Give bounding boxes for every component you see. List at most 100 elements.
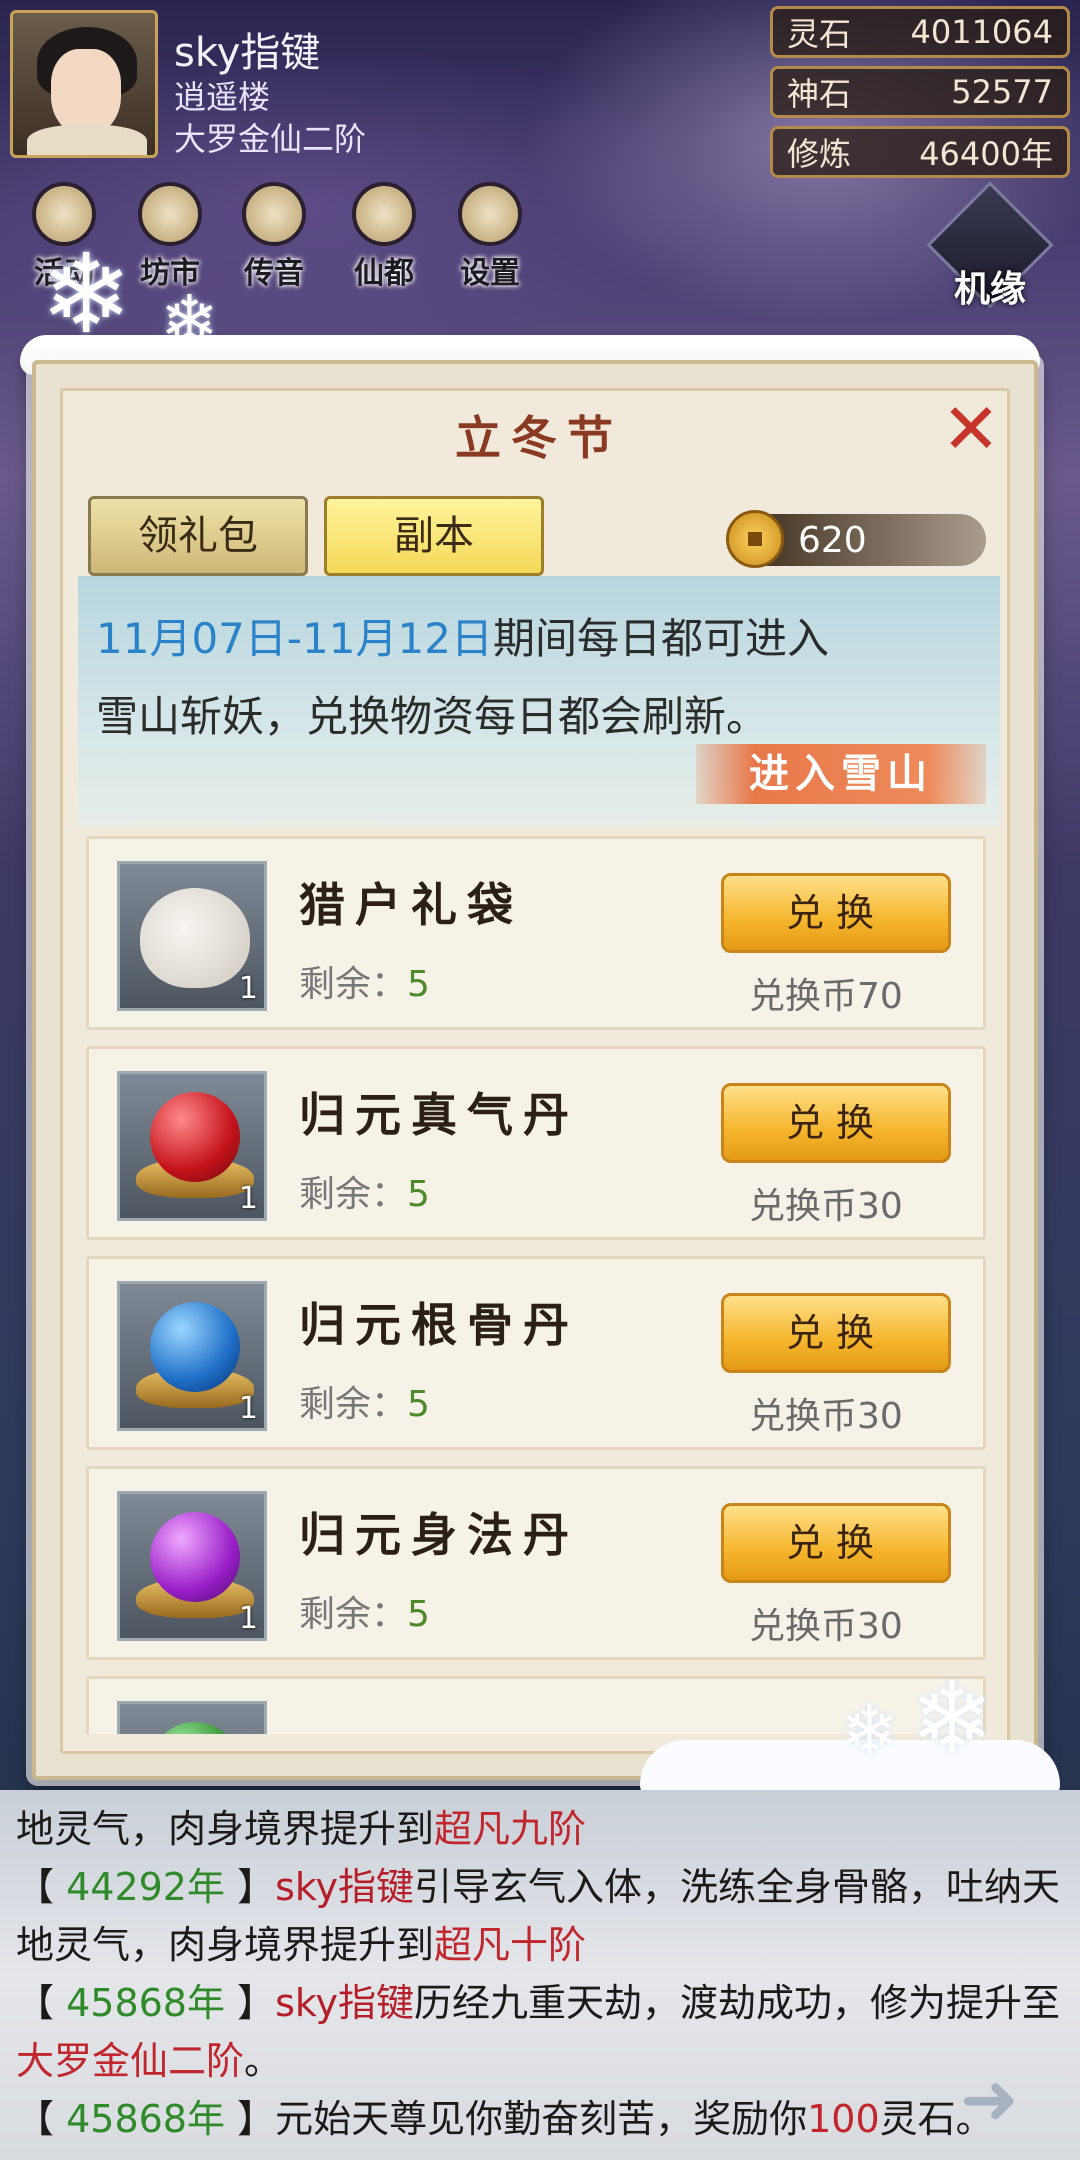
player-rank: 大罗金仙二阶 [174, 120, 367, 158]
log-year: 45868年 [66, 1981, 225, 2025]
avatar-robe [27, 125, 147, 155]
exchange-cost: 兑换币30 [749, 1186, 903, 1227]
item-frame[interactable]: 1 [117, 1281, 267, 1431]
player-avatar[interactable] [10, 10, 158, 158]
resource-value: 4011064 [910, 13, 1053, 51]
remain-count: 5 [407, 1384, 430, 1425]
avatar-face [51, 49, 121, 135]
item-frame[interactable]: 1 [117, 1491, 267, 1641]
item-frame[interactable]: 1 [117, 1071, 267, 1221]
green-pill-icon [150, 1722, 240, 1734]
list-item: 1 归元身法丹 剩余：5 兑换 兑换币30 [86, 1466, 986, 1660]
remain-count: 5 [407, 1594, 430, 1635]
log-text: 地灵气，肉身境界提升到 [16, 1807, 435, 1851]
red-pill-icon [150, 1092, 240, 1182]
exchange-button[interactable]: 兑换 [721, 1293, 951, 1373]
jiyuan-button[interactable]: 机缘 [926, 181, 1054, 330]
enter-snow-mountain-button[interactable]: 进入雪山 [696, 744, 986, 804]
gift-bag-icon [140, 888, 250, 988]
remain-label: 剩余： [299, 1384, 408, 1425]
menu-mail[interactable]: 传音 [224, 182, 324, 292]
log-text: 。 [244, 2039, 283, 2083]
exchange-button[interactable]: 兑换 [721, 1503, 951, 1583]
tab-dungeon[interactable]: 副本 [324, 496, 544, 576]
event-log[interactable]: 地灵气，肉身境界提升到超凡九阶 【 44292年 】sky指键引导玄气入体，洗练… [16, 1800, 1066, 2148]
log-text: 元始天尊见你勤奋刻苦，奖励你 [275, 2097, 808, 2141]
log-highlight: 100 [807, 2097, 880, 2141]
menu-settings[interactable]: 设置 [440, 182, 540, 292]
item-remaining: 剩余：5 [299, 955, 430, 1007]
arrow-right-icon[interactable]: ➜ [960, 2064, 1060, 2134]
menu-label: 仙都 [354, 256, 414, 291]
log-text: 引导玄气入体，洗练全身骨骼，吐纳天 [414, 1865, 1061, 1909]
log-text: 历经九重天劫，渡劫成功，修为提升至 [414, 1981, 1061, 2025]
menu-city[interactable]: 仙都 [334, 182, 434, 292]
remain-label: 剩余： [299, 964, 408, 1005]
mail-icon [242, 182, 306, 246]
resource-label: 灵石 [787, 15, 852, 53]
banner-text-line2: 雪山斩妖，兑换物资每日都会刷新。 [96, 692, 769, 741]
remain-label: 剩余： [299, 1174, 408, 1215]
tab-gift-pack[interactable]: 领礼包 [88, 496, 308, 576]
festival-dialog: 立冬节 ✕ 领礼包 副本 620 11月07日-11月12日期间每日都可进入 雪… [32, 360, 1038, 1780]
event-date-range: 11月07日-11月12日 [96, 614, 493, 663]
exchange-cost: 兑换币70 [749, 976, 903, 1017]
snowflake-icon: ❄ [910, 1660, 994, 1777]
exchange-list[interactable]: 1 猎户礼袋 剩余：5 兑换 兑换币70 1 归元真气丹 剩余：5 兑换 兑换币… [78, 836, 1000, 1734]
log-player-name: sky指键 [275, 1865, 415, 1909]
log-line: 地灵气，肉身境界提升到超凡十阶 [16, 1916, 1066, 1974]
list-item: 1 猎户礼袋 剩余：5 兑换 兑换币70 [86, 836, 986, 1030]
log-line: 地灵气，肉身境界提升到超凡九阶 [16, 1800, 1066, 1858]
item-name: 归元身法丹 [299, 1508, 579, 1562]
list-item: 1 归元真气丹 剩余：5 兑换 兑换币30 [86, 1046, 986, 1240]
remain-count: 5 [407, 1174, 430, 1215]
item-frame[interactable] [117, 1701, 267, 1734]
resource-lingshi: 灵石 4011064 [770, 6, 1070, 58]
resource-value: 46400年 [919, 135, 1053, 173]
menu-label: 设置 [460, 256, 520, 291]
item-quantity: 1 [238, 971, 258, 1006]
log-highlight: 超凡九阶 [434, 1807, 587, 1851]
player-name: sky指键 [174, 30, 321, 76]
item-quantity: 1 [238, 1181, 258, 1216]
log-highlight: 大罗金仙二阶 [16, 2039, 245, 2083]
log-line: 【 44292年 】sky指键引导玄气入体，洗练全身骨骼，吐纳天 [16, 1865, 1061, 1909]
item-remaining: 剩余：5 [299, 1165, 430, 1217]
jiyuan-label: 机缘 [953, 269, 1026, 310]
log-line: 大罗金仙二阶。 [16, 2032, 1066, 2090]
coin-icon [726, 510, 784, 568]
log-highlight: 超凡十阶 [434, 1923, 587, 1967]
item-remaining: 剩余：5 [299, 1375, 430, 1427]
player-sect: 逍遥楼 [174, 78, 271, 116]
banner-text-line1: 期间每日都可进入 [492, 614, 829, 663]
item-name: 归元真气丹 [299, 1088, 579, 1142]
coin-count: 620 [798, 519, 867, 561]
menu-label: 传音 [244, 256, 304, 291]
item-quantity: 1 [238, 1391, 258, 1426]
close-icon[interactable]: ✕ [936, 394, 1006, 464]
item-quantity: 1 [238, 1601, 258, 1636]
remain-label: 剩余： [299, 1594, 408, 1635]
remain-count: 5 [407, 964, 430, 1005]
resource-xiulian: 修炼 46400年 [770, 126, 1070, 178]
item-name: 猎户礼袋 [299, 878, 523, 932]
city-icon [352, 182, 416, 246]
resource-value: 52577 [951, 73, 1053, 111]
resource-shenshi: 神石 52577 [770, 66, 1070, 118]
item-name: 归元根骨丹 [299, 1298, 579, 1352]
log-player-name: sky指键 [275, 1981, 415, 2025]
resource-label: 神石 [787, 75, 852, 113]
exchange-cost: 兑换币30 [749, 1396, 903, 1437]
exchange-button[interactable]: 兑换 [721, 873, 951, 953]
menu-market[interactable]: 坊市 [120, 182, 220, 292]
log-year: 44292年 [66, 1865, 225, 1909]
exchange-button[interactable]: 兑换 [721, 1083, 951, 1163]
banner-text: 11月07日-11月12日期间每日都可进入 雪山斩妖，兑换物资每日都会刷新。 [96, 600, 956, 756]
item-frame[interactable]: 1 [117, 861, 267, 1011]
log-line: 【 45868年 】元始天尊见你勤奋刻苦，奖励你100灵石。 [16, 2097, 994, 2141]
resource-label: 修炼 [787, 135, 852, 173]
item-remaining: 剩余：5 [299, 1585, 430, 1637]
snowflake-icon: ❄ [840, 1690, 899, 1772]
log-year: 45868年 [66, 2097, 225, 2141]
exchange-cost: 兑换币30 [749, 1606, 903, 1647]
